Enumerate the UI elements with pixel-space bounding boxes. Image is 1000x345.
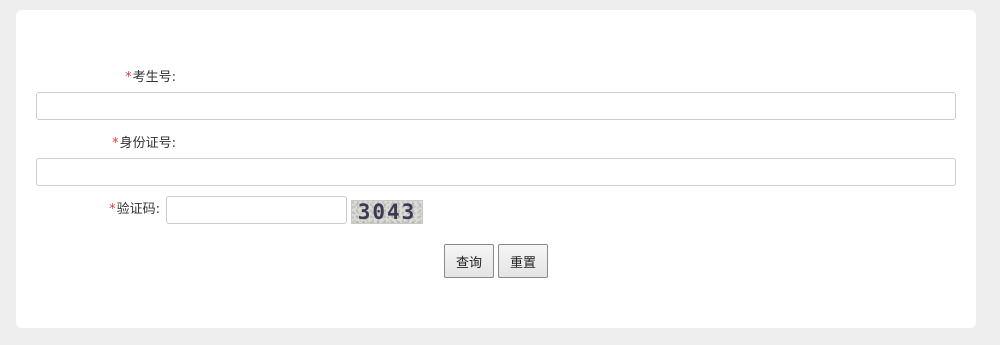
required-mark: * xyxy=(125,70,132,85)
query-button[interactable]: 查询 xyxy=(444,244,494,278)
id-number-label-text: 身份证号: xyxy=(119,136,176,151)
captcha-input[interactable] xyxy=(166,196,347,224)
exam-number-label: *考生号: xyxy=(16,70,176,86)
exam-number-label-text: 考生号: xyxy=(132,70,176,85)
captcha-label-text: 验证码: xyxy=(116,202,160,217)
captcha-label: *验证码: xyxy=(0,202,160,218)
required-mark: * xyxy=(112,136,119,151)
captcha-image[interactable]: 3043 xyxy=(351,200,423,224)
exam-number-input[interactable] xyxy=(36,92,956,120)
reset-button[interactable]: 重置 xyxy=(498,244,548,278)
query-form-panel: *考生号: *身份证号: *验证码: 3043 查询 重置 xyxy=(16,10,976,328)
id-number-input[interactable] xyxy=(36,158,956,186)
id-number-label: *身份证号: xyxy=(16,136,176,152)
required-mark: * xyxy=(109,202,116,217)
